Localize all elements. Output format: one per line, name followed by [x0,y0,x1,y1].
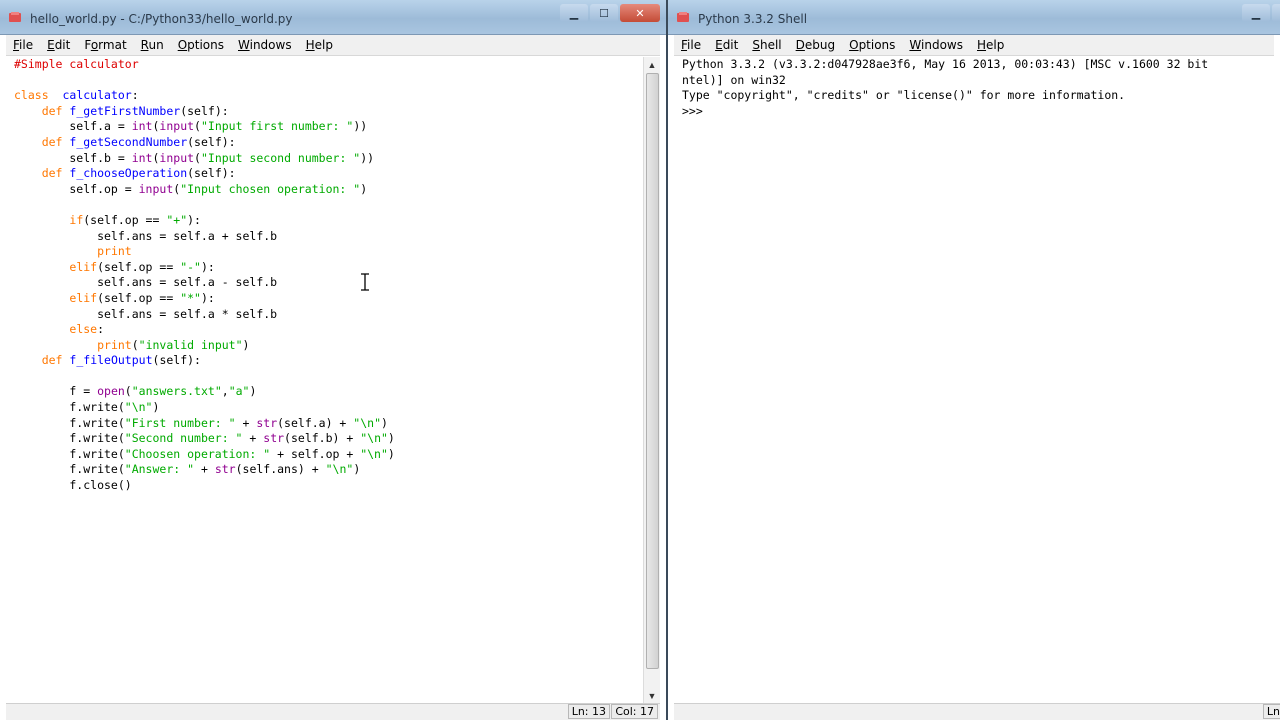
scrollbar-thumb[interactable] [646,73,659,669]
code-line: f.write("Answer: " + str(self.ans) + "\n… [14,462,361,477]
code-line: def f_getSecondNumber(self): [41,134,236,149]
menu-help[interactable]: Help [299,38,340,52]
shell-output-line: Type "copyright", "credits" or "license(… [682,88,1126,103]
code-line: self.ans = self.a * self.b [14,306,278,321]
code-line: self.a = int(input("Input first number: … [14,119,368,134]
editor-titlebar[interactable]: hello_world.py - C:/Python33/hello_world… [0,0,666,35]
line-number-status: Ln [1262,704,1280,719]
editor-window[interactable]: hello_world.py - C:/Python33/hello_world… [0,0,666,720]
shell-output-line: >>> [682,103,710,118]
idle-app-icon [9,12,21,22]
shell-text[interactable]: Python 3.3.2 (v3.3.2:d047928ae3f6, May 1… [682,57,1208,119]
shell-window-title: Python 3.3.2 Shell [698,12,808,26]
code-line: f.write("\n") [14,400,160,415]
shell-titlebar[interactable]: Python 3.3.2 Shell ▁ ☐ [668,0,1280,35]
menu-edit[interactable]: Edit [40,38,77,52]
code-line: print("invalid input") [97,337,250,352]
shell-window[interactable]: Python 3.3.2 Shell ▁ ☐ FileEditShellDebu… [668,0,1280,720]
menu-shell[interactable]: Shell [745,38,788,52]
shell-output-line: ntel)] on win32 [682,72,786,87]
menu-format[interactable]: Format [77,38,133,52]
code-line: #Simple calculator [14,57,139,71]
code-line: def f_fileOutput(self): [41,353,201,368]
editor-vertical-scrollbar[interactable]: ▲ ▼ [643,57,660,704]
code-line: f.write("First number: " + str(self.a) +… [14,415,388,430]
code-line: self.b = int(input("Input second number:… [14,150,375,165]
code-line: elif(self.op == "-"): [69,259,215,274]
editor-menubar: File Edit Format Run Options Windows Help [6,35,660,56]
column-number-status: Col: 17 [611,704,658,719]
code-line: print [97,244,132,259]
maximize-button[interactable]: ☐ [1272,4,1280,22]
menu-options[interactable]: Options [171,38,231,52]
shell-output-area[interactable]: Python 3.3.2 (v3.3.2:d047928ae3f6, May 1… [674,57,1280,704]
code-line: class calculator: [14,88,139,103]
code-text[interactable]: #Simple calculator class calculator: def… [14,57,395,494]
menu-edit[interactable]: Edit [708,38,745,52]
code-line: self.op = input("Input chosen operation:… [14,181,368,196]
code-line: f.write("Choosen operation: " + self.op … [14,446,395,461]
code-line: elif(self.op == "*"): [69,290,215,305]
code-line: f.close() [14,478,132,493]
code-line: self.ans = self.a + self.b [14,228,278,243]
window-title: hello_world.py - C:/Python33/hello_world… [30,12,293,26]
minimize-button[interactable]: ▁ [1242,4,1270,22]
maximize-button[interactable]: ☐ [590,4,618,22]
menu-file[interactable]: File [674,38,708,52]
code-line: if(self.op == "+"): [69,212,201,227]
code-line: f.write("Second number: " + str(self.b) … [14,431,395,446]
code-line: self.ans = self.a - self.b [14,275,278,290]
menu-file[interactable]: File [6,38,40,52]
code-line: def f_getFirstNumber(self): [41,103,229,118]
code-line: def f_chooseOperation(self): [41,166,236,181]
menu-run[interactable]: Run [134,38,171,52]
menu-windows[interactable]: Windows [231,38,299,52]
code-editor-area[interactable]: #Simple calculator class calculator: def… [6,57,642,704]
editor-statusbar: Ln: 13 Col: 17 [6,703,660,720]
ibeam-cursor-icon [361,273,369,291]
scroll-down-arrow-icon[interactable]: ▼ [644,688,660,704]
menu-windows[interactable]: Windows [902,38,970,52]
line-number-status: Ln: 13 [567,704,610,719]
menu-options[interactable]: Options [842,38,902,52]
close-button[interactable]: ✕ [620,4,660,22]
shell-statusbar: Ln [674,703,1280,720]
code-line: f = open("answers.txt","a") [14,384,257,399]
minimize-button[interactable]: ▁ [560,4,588,22]
idle-app-icon [677,12,689,22]
code-line: else: [69,322,105,337]
menu-debug[interactable]: Debug [789,38,842,52]
shell-menubar: File Edit Shell Debug Options Windows Help [674,35,1274,56]
scroll-up-arrow-icon[interactable]: ▲ [644,57,660,73]
menu-help[interactable]: Help [970,38,1011,52]
shell-output-line: Python 3.3.2 (v3.3.2:d047928ae3f6, May 1… [682,57,1209,71]
